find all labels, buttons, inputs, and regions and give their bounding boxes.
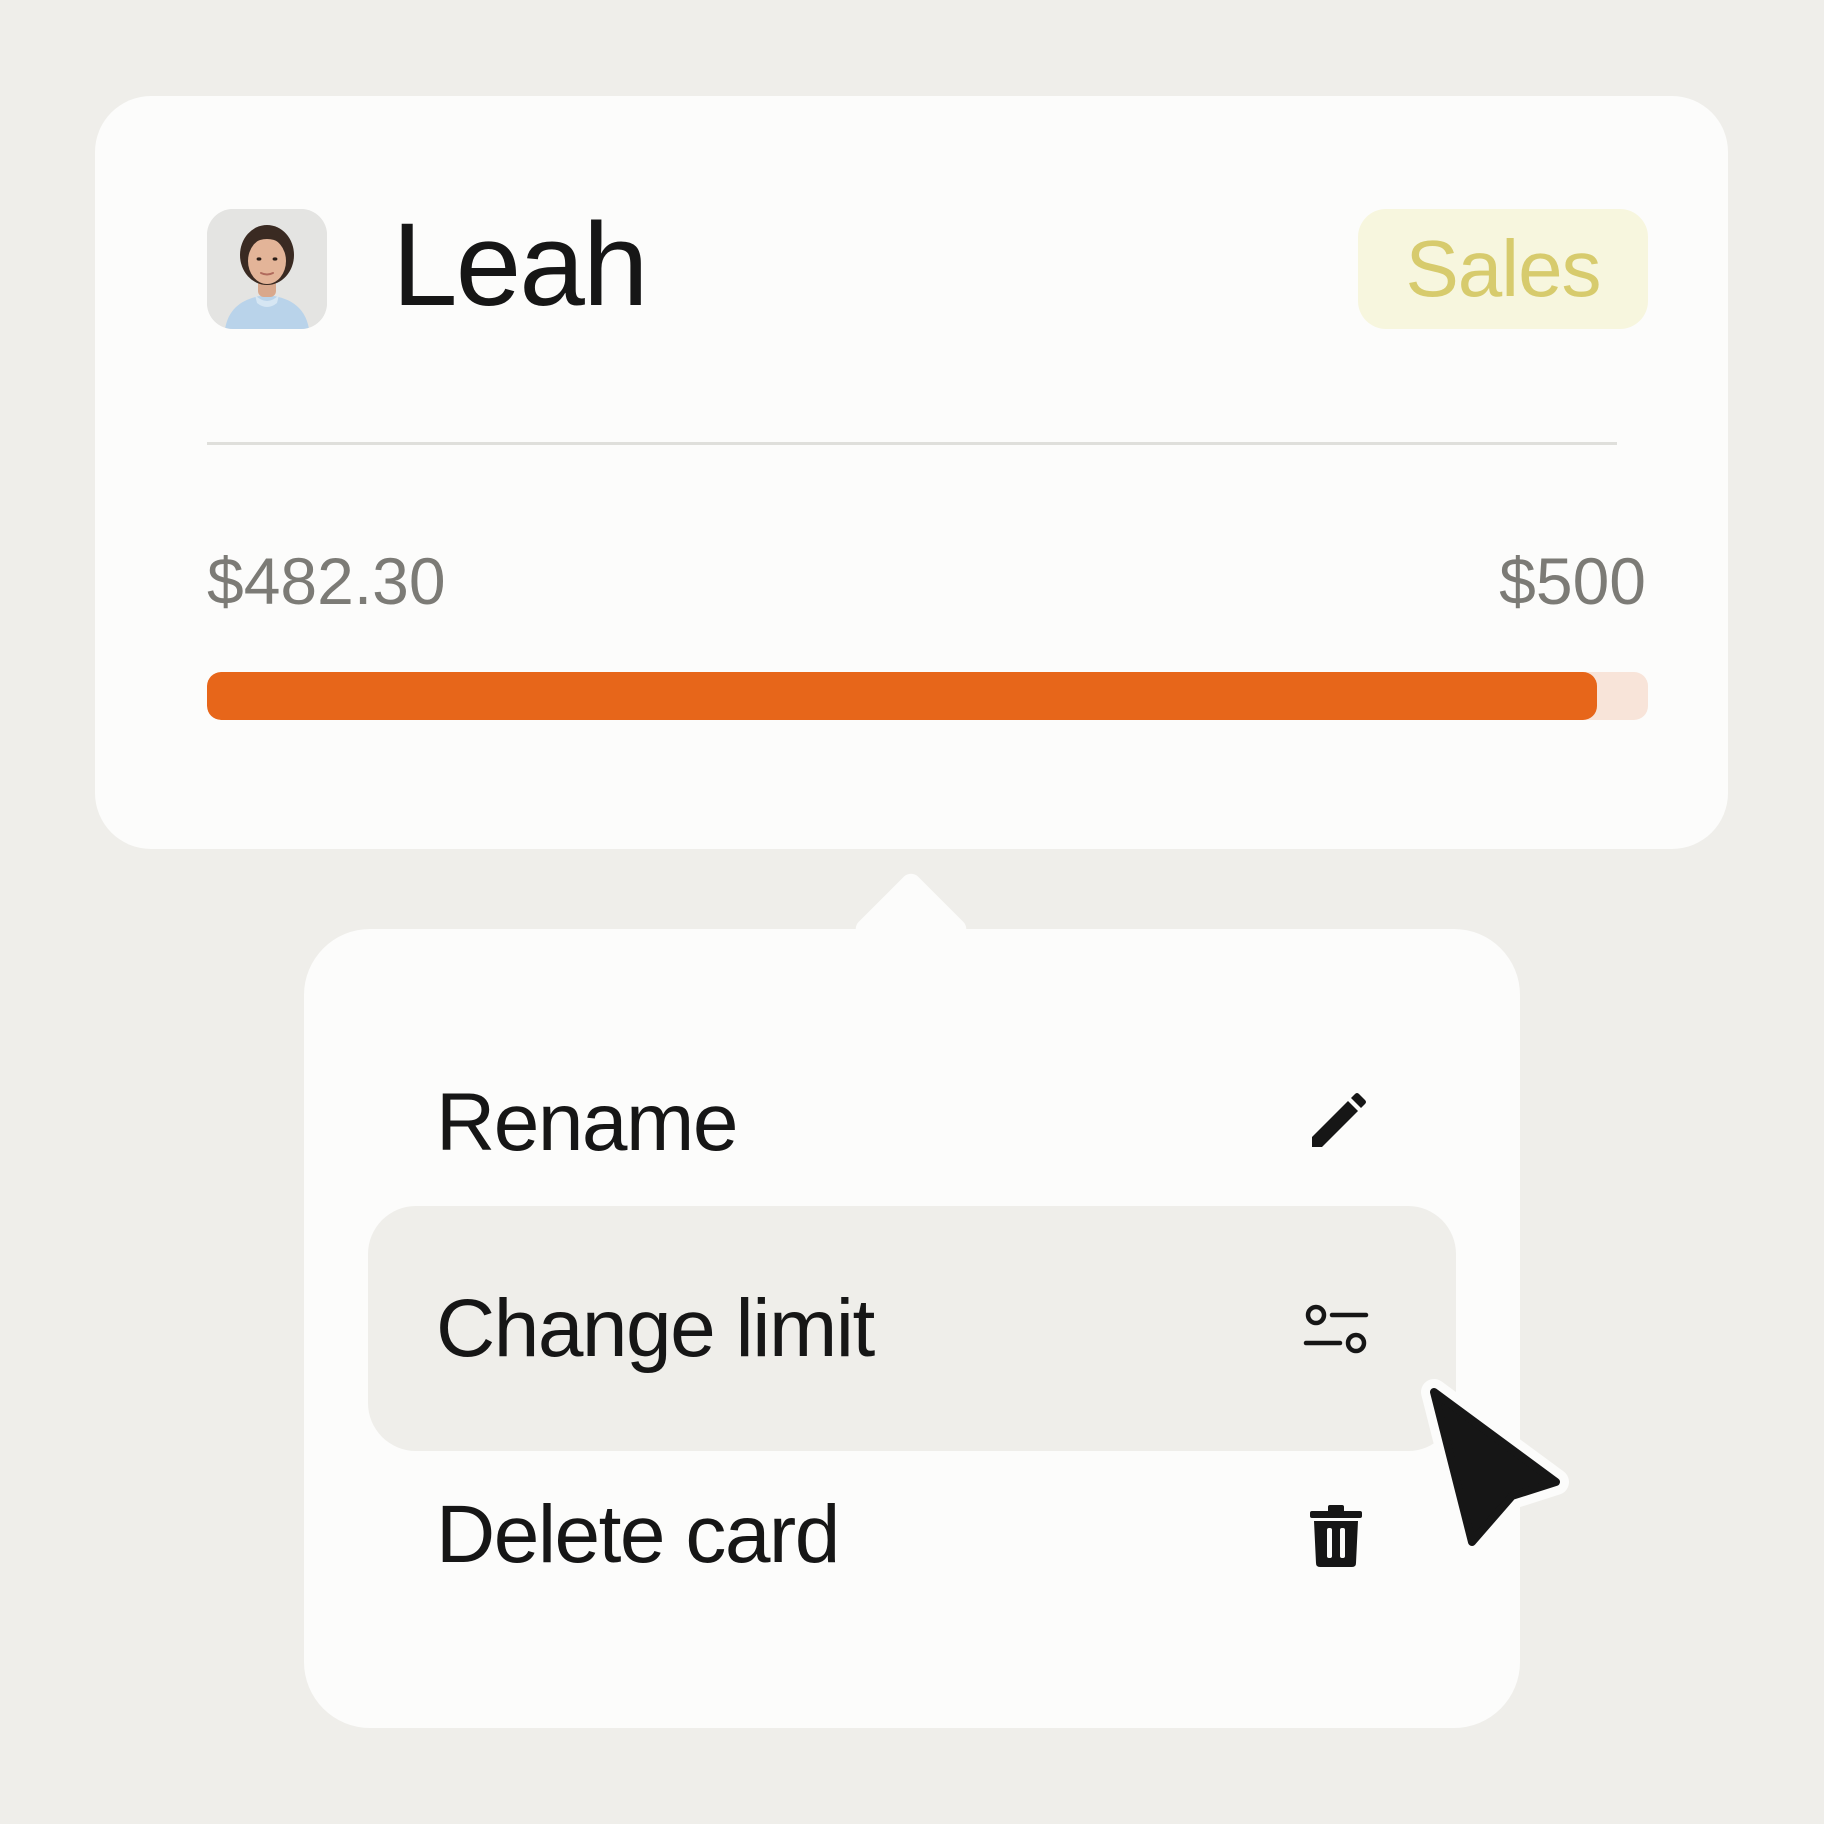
arrow-pointer-icon bbox=[1421, 1379, 1569, 1552]
sliders-icon bbox=[1303, 1304, 1369, 1353]
divider bbox=[207, 442, 1617, 445]
menu-item-label: Delete card bbox=[436, 1488, 840, 1580]
spend-progress-bar bbox=[207, 672, 1648, 720]
avatar-portrait-icon bbox=[207, 209, 327, 329]
spend-progress-fill bbox=[207, 672, 1597, 720]
limit-amount: $500 bbox=[1499, 544, 1646, 618]
pencil-icon bbox=[1312, 1092, 1366, 1147]
cardholder-name: Leah bbox=[392, 199, 649, 331]
spent-amount: $482.30 bbox=[207, 544, 446, 618]
avatar bbox=[207, 209, 327, 329]
trash-icon bbox=[1310, 1504, 1362, 1567]
menu-item-label: Rename bbox=[436, 1076, 738, 1168]
menu-item-label: Change limit bbox=[436, 1282, 875, 1374]
department-badge: Sales bbox=[1358, 209, 1648, 329]
stage: Leah Sales $482.30 $500 Rename Change li… bbox=[0, 0, 1824, 1824]
card-actions-menu: Rename Change limit Delete card bbox=[304, 929, 1520, 1728]
menu-item-delete-card[interactable]: Delete card bbox=[368, 1412, 1456, 1657]
spending-card[interactable]: Leah Sales $482.30 $500 bbox=[95, 96, 1728, 849]
